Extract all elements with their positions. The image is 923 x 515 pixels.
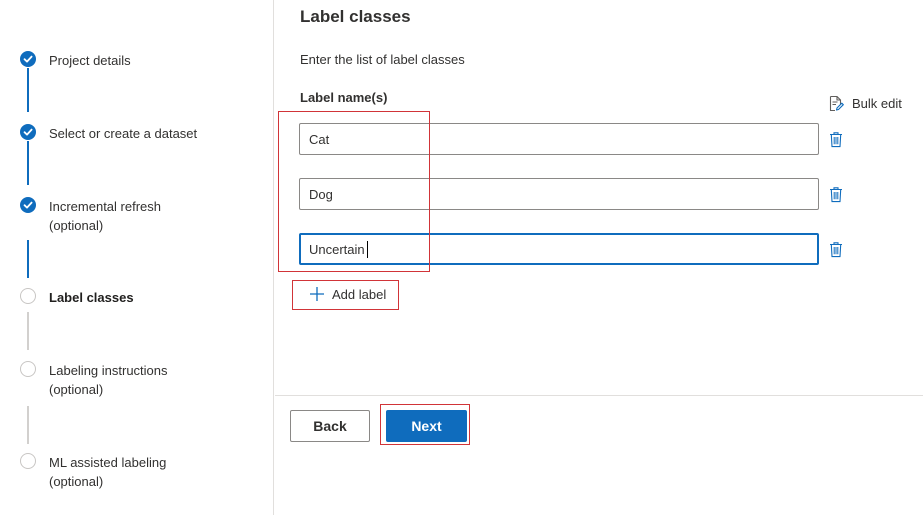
add-label-text: Add label	[332, 286, 387, 302]
label-names-heading: Label name(s)	[300, 90, 388, 105]
check-icon	[20, 197, 36, 213]
text-cursor	[367, 241, 368, 258]
step-label-classes[interactable]: Label classes	[20, 288, 270, 332]
step-label: Labeling instructions (optional)	[49, 363, 168, 397]
label-input-1[interactable]	[299, 123, 819, 155]
wizard-stepper: Project details Select or create a datas…	[0, 0, 274, 515]
trash-icon	[830, 241, 842, 257]
step-ml-assisted-labeling[interactable]: ML assisted labeling (optional)	[20, 453, 270, 497]
check-icon	[20, 51, 36, 67]
next-button[interactable]: Next	[386, 410, 467, 442]
step-connector	[27, 406, 29, 444]
bulk-edit-label: Bulk edit	[852, 95, 902, 111]
step-label: ML assisted labeling (optional)	[49, 455, 167, 489]
delete-label-1-button[interactable]	[828, 130, 844, 148]
step-circle-icon	[20, 361, 36, 377]
step-circle-icon	[20, 453, 36, 469]
bulk-edit-button[interactable]: Bulk edit	[828, 94, 902, 112]
delete-label-3-button[interactable]	[828, 240, 844, 258]
step-label: Label classes	[49, 290, 134, 305]
step-label: Project details	[49, 53, 131, 68]
trash-icon	[830, 131, 842, 147]
add-label-button[interactable]: Add label	[309, 284, 386, 304]
step-labeling-instructions[interactable]: Labeling instructions (optional)	[20, 361, 270, 405]
page-title: Label classes	[300, 7, 411, 26]
step-select-dataset[interactable]: Select or create a dataset	[20, 124, 270, 168]
step-project-details[interactable]: Project details	[20, 51, 270, 95]
trash-icon	[830, 186, 842, 202]
label-input-3[interactable]	[299, 233, 819, 265]
delete-label-2-button[interactable]	[828, 185, 844, 203]
step-label: Select or create a dataset	[49, 126, 198, 141]
edit-document-icon	[829, 95, 844, 111]
step-incremental-refresh[interactable]: Incremental refresh (optional)	[20, 197, 270, 241]
step-connector	[27, 240, 29, 278]
step-label: Incremental refresh (optional)	[49, 199, 161, 233]
page-description: Enter the list of label classes	[300, 52, 465, 67]
check-icon	[20, 124, 36, 140]
back-button[interactable]: Back	[290, 410, 370, 442]
label-input-2[interactable]	[299, 178, 819, 210]
plus-icon	[310, 287, 324, 301]
step-circle-icon	[20, 288, 36, 304]
footer-divider	[275, 395, 923, 396]
